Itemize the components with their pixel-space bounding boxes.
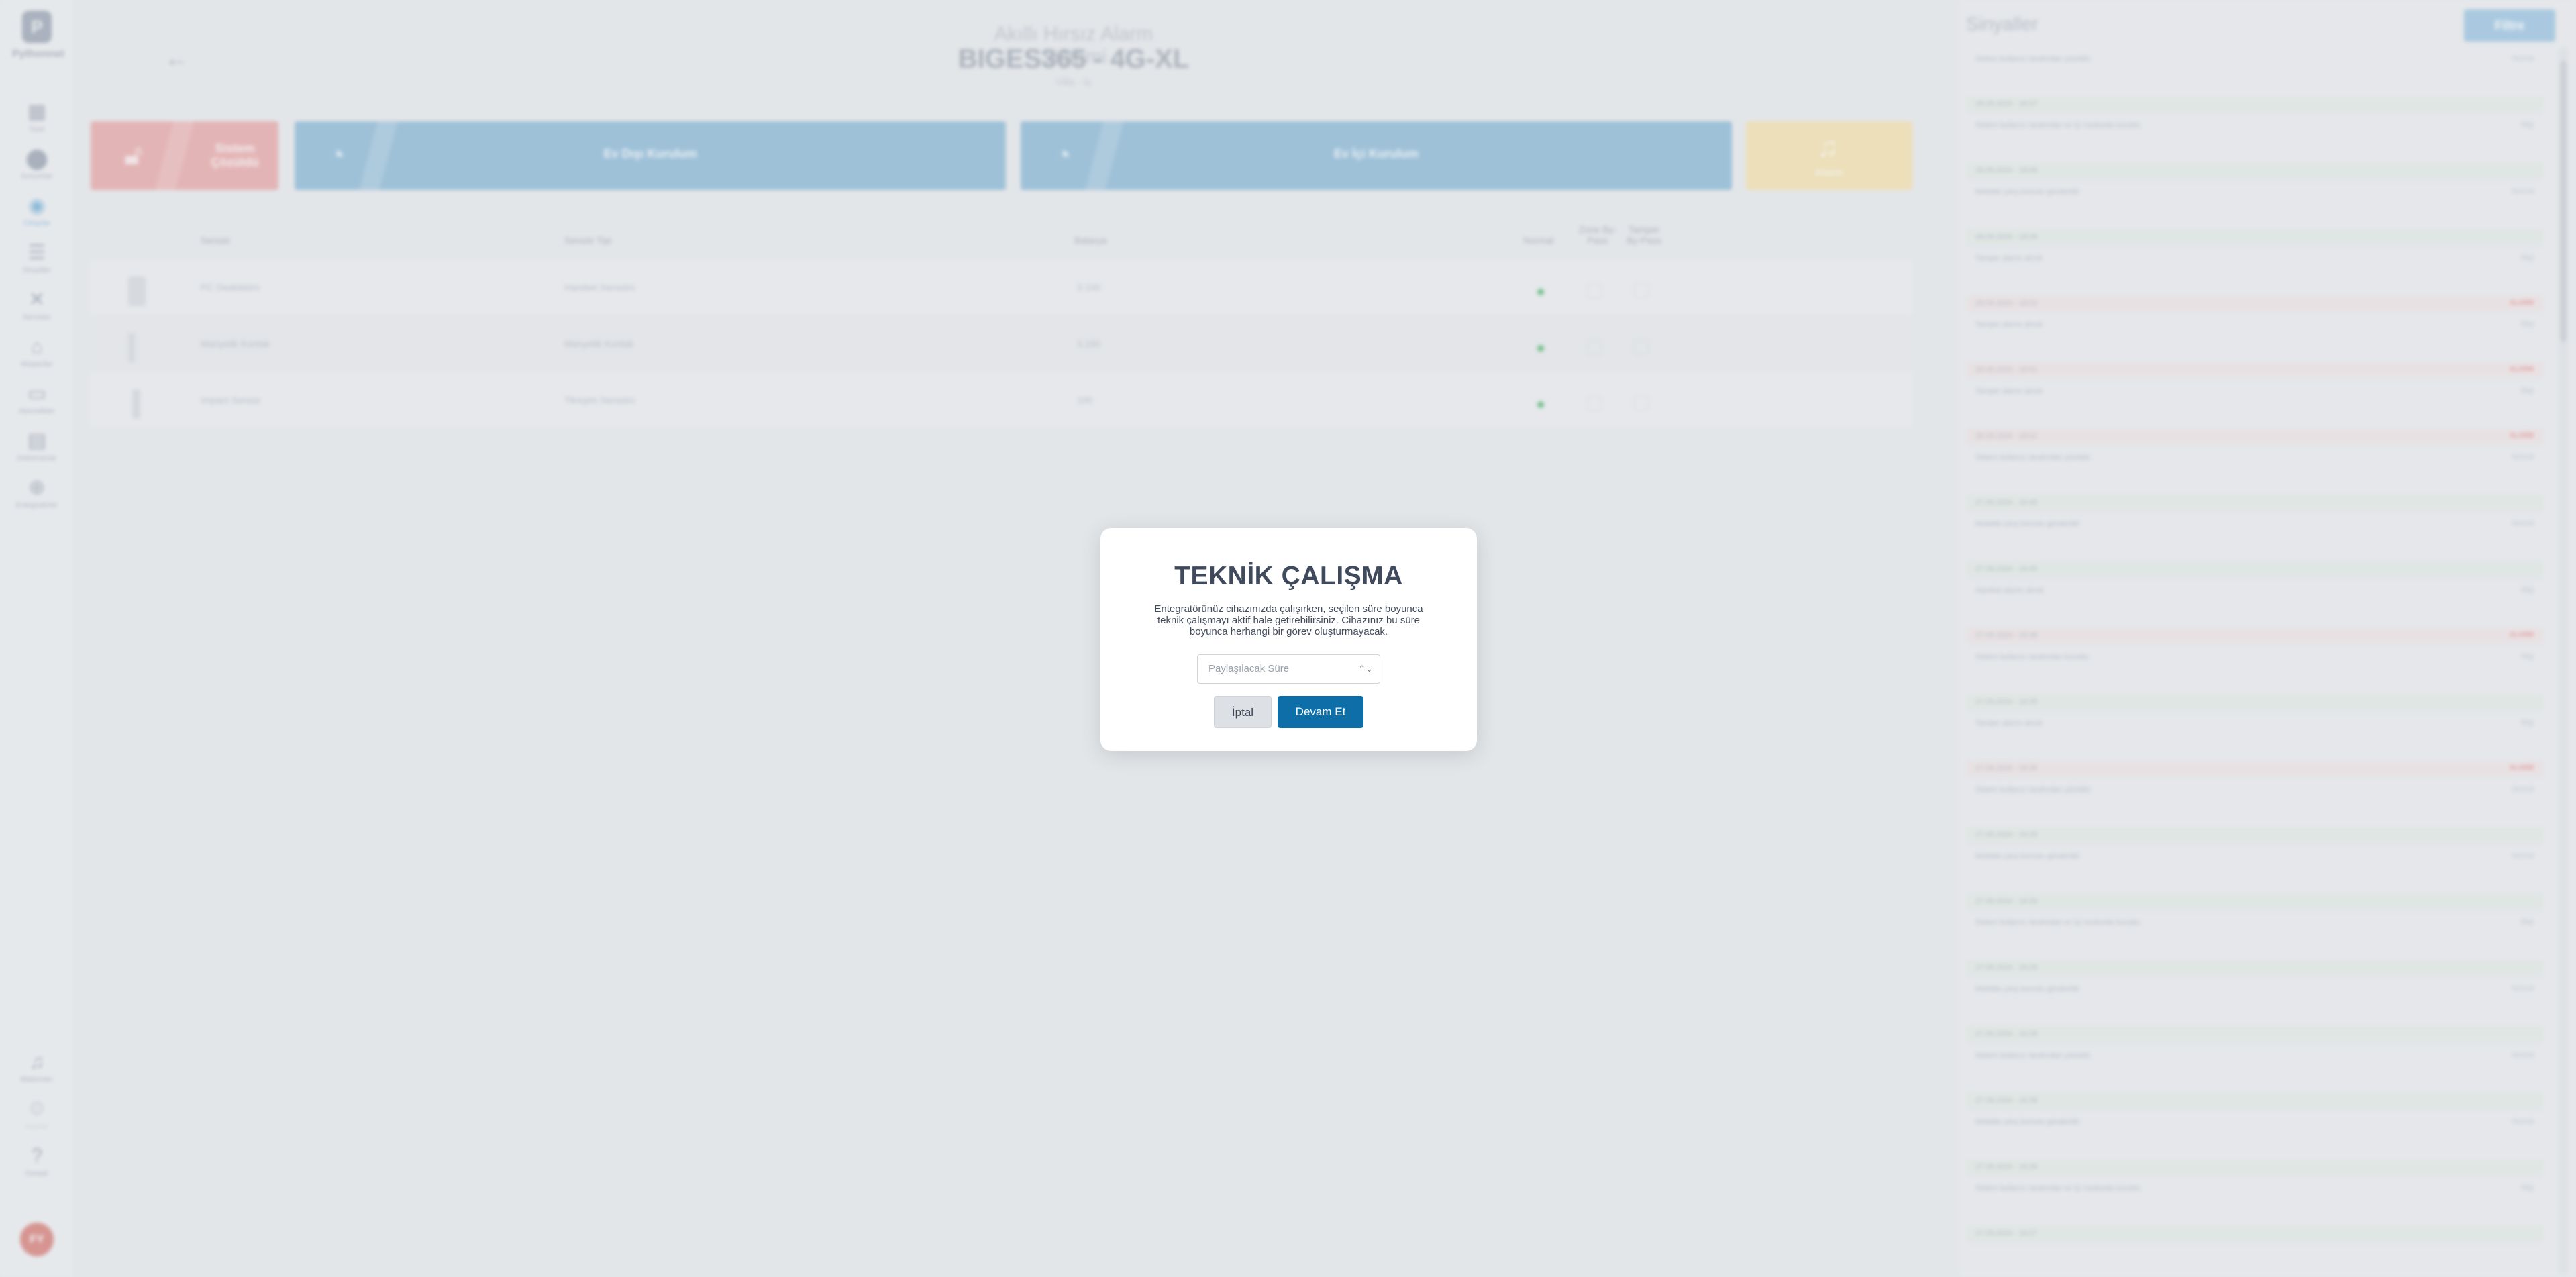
duration-select[interactable]: Paylaşılacak Süre ⌃⌄ bbox=[1197, 654, 1380, 684]
technical-work-modal: TEKNİK ÇALIŞMA Entegratörünüz cihazınızd… bbox=[1100, 528, 1477, 751]
chevron-updown-icon: ⌃⌄ bbox=[1358, 664, 1373, 674]
modal-description: Entegratörünüz cihazınızda çalışırken, s… bbox=[1154, 603, 1423, 637]
continue-button[interactable]: Devam Et bbox=[1278, 696, 1363, 728]
cancel-button[interactable]: İptal bbox=[1214, 696, 1272, 728]
duration-select-placeholder: Paylaşılacak Süre bbox=[1208, 663, 1290, 674]
modal-title: TEKNİK ÇALIŞMA bbox=[1174, 562, 1403, 591]
